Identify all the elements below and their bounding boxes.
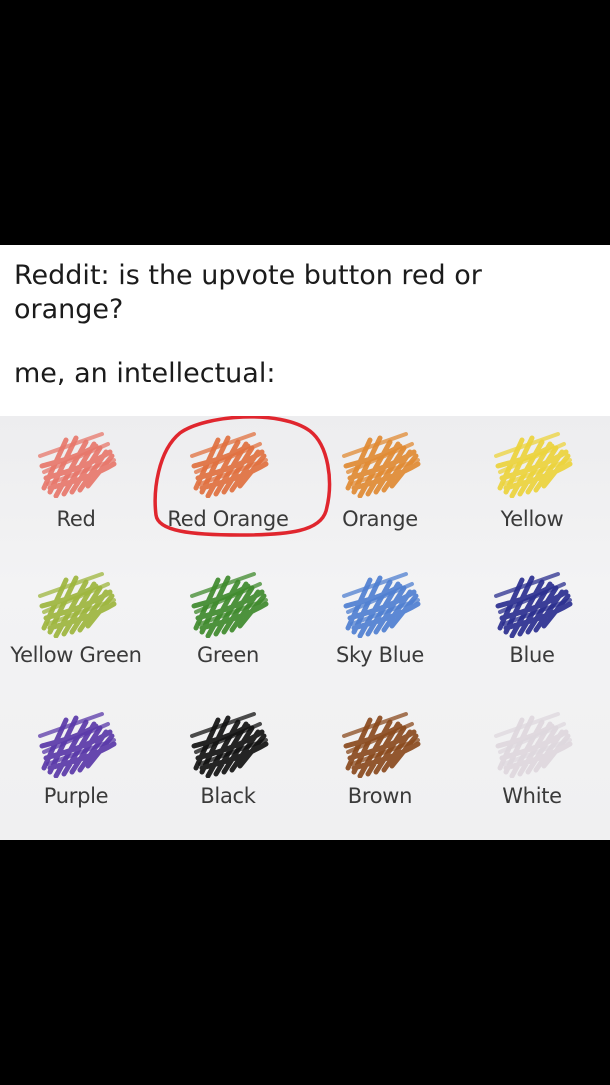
crayon-scribble bbox=[340, 706, 422, 778]
swatch-brown: Brown bbox=[304, 696, 456, 836]
crayon-scribble bbox=[188, 426, 270, 498]
swatch-label: Red bbox=[56, 507, 96, 531]
swatch-label: Yellow Green bbox=[10, 643, 142, 667]
caption-answer-intro: me, an intellectual: bbox=[14, 358, 276, 389]
color-swatch-photo: Red Red Orange Orange Yellow Yellow Green Gre… bbox=[0, 416, 610, 840]
swatch-red: Red bbox=[0, 416, 152, 556]
crayon-scribble bbox=[36, 566, 118, 638]
meme-panel: Reddit: is the upvote button red or oran… bbox=[0, 245, 610, 840]
swatch-green: Green bbox=[152, 556, 304, 696]
swatch-label: Blue bbox=[509, 643, 555, 667]
swatch-label: Sky Blue bbox=[336, 643, 424, 667]
crayon-scribble bbox=[492, 566, 574, 638]
swatch-blue: Blue bbox=[456, 556, 608, 696]
swatch-yellow: Yellow bbox=[456, 416, 608, 556]
crayon-scribble bbox=[188, 566, 270, 638]
swatch-label: Green bbox=[196, 643, 260, 667]
crayon-scribble bbox=[492, 426, 574, 498]
swatch-sky-blue: Sky Blue bbox=[304, 556, 456, 696]
meme-caption: Reddit: is the upvote button red or oran… bbox=[14, 259, 599, 391]
swatch-red-orange: Red Orange bbox=[152, 416, 304, 556]
swatch-purple: Purple bbox=[0, 696, 152, 836]
swatch-label: Orange bbox=[342, 507, 418, 531]
swatch-label: Purple bbox=[43, 784, 109, 808]
swatch-orange: Orange bbox=[304, 416, 456, 556]
swatch-label: Brown bbox=[347, 784, 413, 808]
swatch-label: Black bbox=[200, 784, 256, 808]
caption-question: Reddit: is the upvote button red or oran… bbox=[14, 260, 482, 325]
crayon-scribble bbox=[340, 566, 422, 638]
crayon-scribble bbox=[188, 706, 270, 778]
swatch-label: White bbox=[502, 784, 562, 808]
swatch-yellow-green: Yellow Green bbox=[0, 556, 152, 696]
swatch-label: Yellow bbox=[500, 507, 564, 531]
swatch-label: Red Orange bbox=[167, 507, 289, 531]
crayon-scribble bbox=[340, 426, 422, 498]
swatch-black: Black bbox=[152, 696, 304, 836]
swatch-white: White bbox=[456, 696, 608, 836]
crayon-scribble bbox=[36, 706, 118, 778]
crayon-scribble bbox=[492, 706, 574, 778]
crayon-scribble bbox=[36, 426, 118, 498]
